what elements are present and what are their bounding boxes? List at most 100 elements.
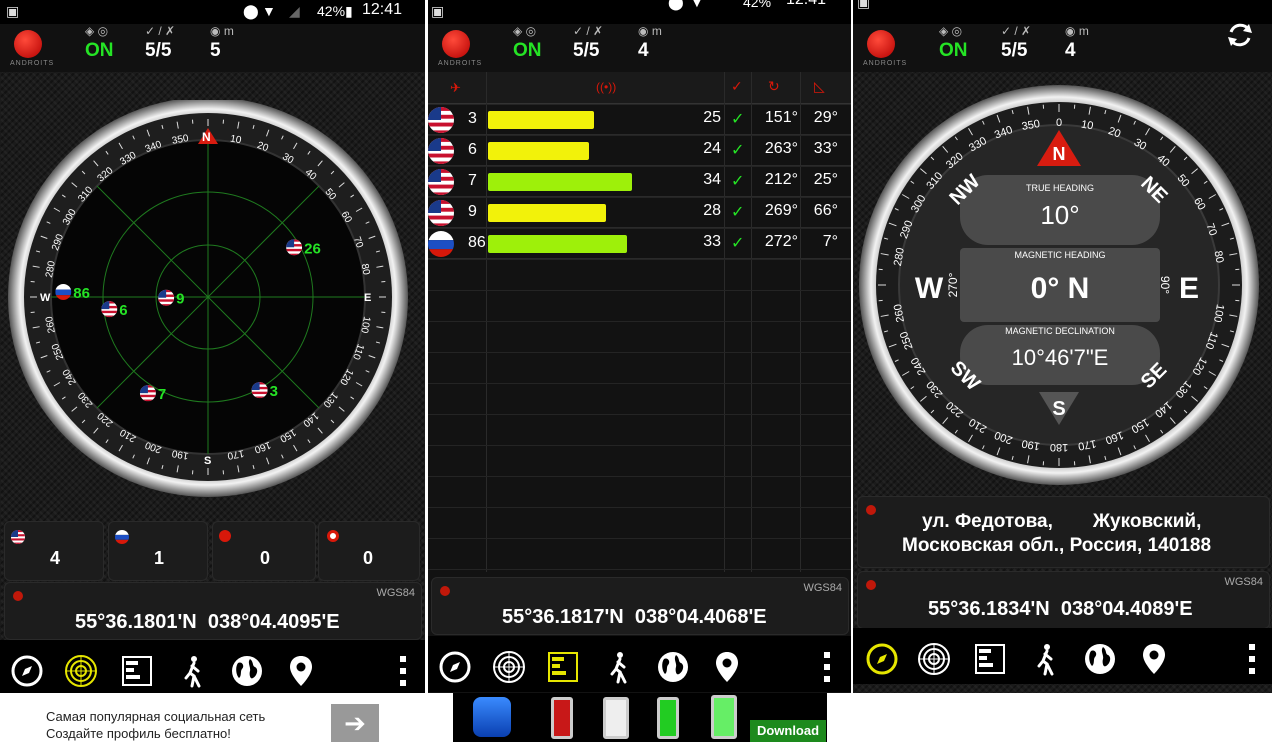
east-label: E [364, 292, 371, 304]
radar-tab-icon[interactable] [64, 654, 98, 688]
app-logo[interactable]: ANDROITS [10, 28, 53, 70]
satellite-id: 86 [468, 234, 486, 251]
table-gridline [428, 290, 851, 291]
accuracy: ◉ m 4 [638, 24, 662, 61]
usa-flag-icon [428, 138, 454, 164]
azimuth-column-icon: ↻ [768, 78, 780, 94]
image-icon: ▣ [6, 3, 20, 19]
walking-tab-icon[interactable] [176, 654, 210, 688]
android-robot-icon [442, 30, 470, 58]
table-row[interactable]: 3 25 ✓ 151° 29° [428, 104, 851, 135]
battery-face-icon [603, 697, 629, 739]
longitude: 038°04.4089'E [1060, 598, 1193, 620]
walking-tab-icon[interactable] [602, 650, 636, 684]
azimuth-value: 263° [764, 140, 798, 157]
globe-tab-icon[interactable] [656, 650, 690, 684]
address-region: Московская обл., Россия, 140188 [902, 535, 1212, 556]
clock: 12:41 [786, 0, 826, 9]
bottom-nav [853, 628, 1272, 684]
azimuth-value: 212° [764, 171, 798, 188]
galileo-count-box[interactable]: 0 [318, 521, 420, 581]
satellites-used: ✓ / ✗ 5/5 [145, 24, 176, 61]
accuracy: ◉ m 4 [1065, 24, 1089, 61]
overflow-menu-icon[interactable] [810, 650, 844, 684]
radar-grid [51, 140, 365, 454]
gps-count-box[interactable]: 4 [4, 521, 104, 581]
compass-dial: 0 10 2030405060708010011012013014015016017… [859, 85, 1259, 485]
radar-satellite-label: 86 [73, 285, 90, 302]
satellite-id: 3 [468, 110, 477, 127]
satellite-table-panel: ▣ ⬤ ▼ 42% 12:41 ANDROITS ◈ ◎ ON ✓ / ✗ 5/… [428, 0, 851, 742]
overflow-menu-icon[interactable] [1235, 642, 1269, 676]
location-pin-icon [13, 591, 23, 601]
table-row[interactable]: 7 34 ✓ 212° 25° [428, 166, 851, 197]
magnetic-declination-value: 10°46'7"E [1012, 345, 1109, 370]
map-pin-tab-icon[interactable] [710, 650, 744, 684]
elevation-value: 66° [813, 202, 838, 219]
beidou-count-box[interactable]: 0 [212, 521, 316, 581]
usa-flag-icon [11, 530, 25, 544]
map-pin-tab-icon[interactable] [1137, 642, 1171, 676]
radar-satellite-86[interactable]: 86 [55, 284, 90, 302]
clock: 12:41 [362, 1, 403, 18]
arrow-right-icon: ➔ [344, 708, 366, 738]
wifi-icon: ▼ [262, 3, 276, 19]
coordinates-box[interactable]: WGS84 55°36.1801'N 038°04.4095'E [4, 582, 422, 640]
radar-tab-icon[interactable] [917, 642, 951, 676]
radar-tab-icon[interactable] [492, 650, 526, 684]
accuracy-icon: ◉ [210, 24, 224, 38]
refresh-icon[interactable] [1225, 20, 1255, 50]
signal-bars-tab-icon[interactable] [120, 654, 154, 688]
compass-tick-label: 10 [1080, 118, 1094, 132]
signal-strength-bar [488, 204, 606, 222]
table-row[interactable]: 9 28 ✓ 269° 66° [428, 197, 851, 228]
signal-column-icon: ((•)) [596, 80, 617, 94]
location-pin-icon [866, 580, 876, 590]
globe-tab-icon[interactable] [1083, 642, 1117, 676]
satellite-id: 9 [468, 203, 477, 220]
svg-text:90°: 90° [1158, 276, 1172, 294]
address-box[interactable]: ул. Федотова, Жуковский, Московская обл.,… [857, 496, 1270, 568]
satellites-used: ✓ / ✗ 5/5 [1001, 24, 1032, 61]
compass-tab-icon[interactable] [438, 650, 472, 684]
signal-bars-tab-icon[interactable] [546, 650, 580, 684]
bottom-nav [0, 640, 425, 696]
gps-state: ◈ ◎ ON [513, 24, 542, 61]
app-header: ANDROITS ◈ ◎ ON ✓ / ✗ 5/5 ◉ m 4 [853, 23, 1272, 72]
radar-satellite-label: 7 [158, 386, 166, 403]
satellite-id: 6 [468, 141, 477, 158]
russia-flag-icon [115, 530, 129, 544]
walking-tab-icon[interactable] [1029, 642, 1063, 676]
map-pin-tab-icon[interactable] [284, 654, 318, 688]
snr-value: 24 [703, 140, 721, 157]
table-row[interactable]: 86 33 ✓ 272° 7° [428, 228, 851, 259]
coordinates-box[interactable]: WGS84 55°36.1817'N 038°04.4068'E [431, 577, 849, 635]
west-label: W [40, 292, 51, 304]
svg-text:W: W [915, 272, 944, 305]
longitude: 038°04.4095'E [207, 611, 340, 633]
radar-panel: ▣ ⬤ ▼ ◢ 42% ▮ 12:41 ANDROITS ◈ ◎ ON ✓ / … [0, 0, 425, 742]
table-row[interactable]: 6 24 ✓ 263° 33° [428, 135, 851, 166]
table-gridline [428, 507, 851, 508]
magnetic-declination-label: MAGNETIC DECLINATION [1005, 326, 1115, 336]
overflow-menu-icon[interactable] [386, 654, 420, 688]
svg-text:N: N [1053, 144, 1066, 164]
radar-satellite-26[interactable]: 26 [286, 239, 321, 257]
satellite-fix-icon: ✓ / ✗ [573, 24, 604, 38]
gps-icon: ◈ ◎ [513, 24, 537, 38]
app-logo[interactable]: ANDROITS [438, 28, 481, 70]
compass-tab-icon[interactable] [10, 654, 44, 688]
globe-tab-icon[interactable] [230, 654, 264, 688]
coordinates-box[interactable]: WGS84 55°36.1834'N 038°04.4089'E [857, 571, 1270, 629]
battery-icon: ▮ [345, 3, 353, 19]
address-street: ул. Федотова, [922, 511, 1053, 532]
longitude: 038°04.4068'E [634, 606, 767, 628]
compass-tab-icon[interactable] [865, 642, 899, 676]
satellite-column-icon: ✈ [450, 80, 461, 95]
app-logo[interactable]: ANDROITS [863, 28, 906, 70]
signal-bars-tab-icon[interactable] [973, 642, 1007, 676]
glonass-count-box[interactable]: 1 [108, 521, 208, 581]
ad-text[interactable]: Самая популярная социальная сеть Создайт… [46, 708, 265, 742]
ad-arrow-button[interactable]: ➔ [331, 704, 379, 742]
download-button[interactable]: Download [750, 720, 826, 742]
